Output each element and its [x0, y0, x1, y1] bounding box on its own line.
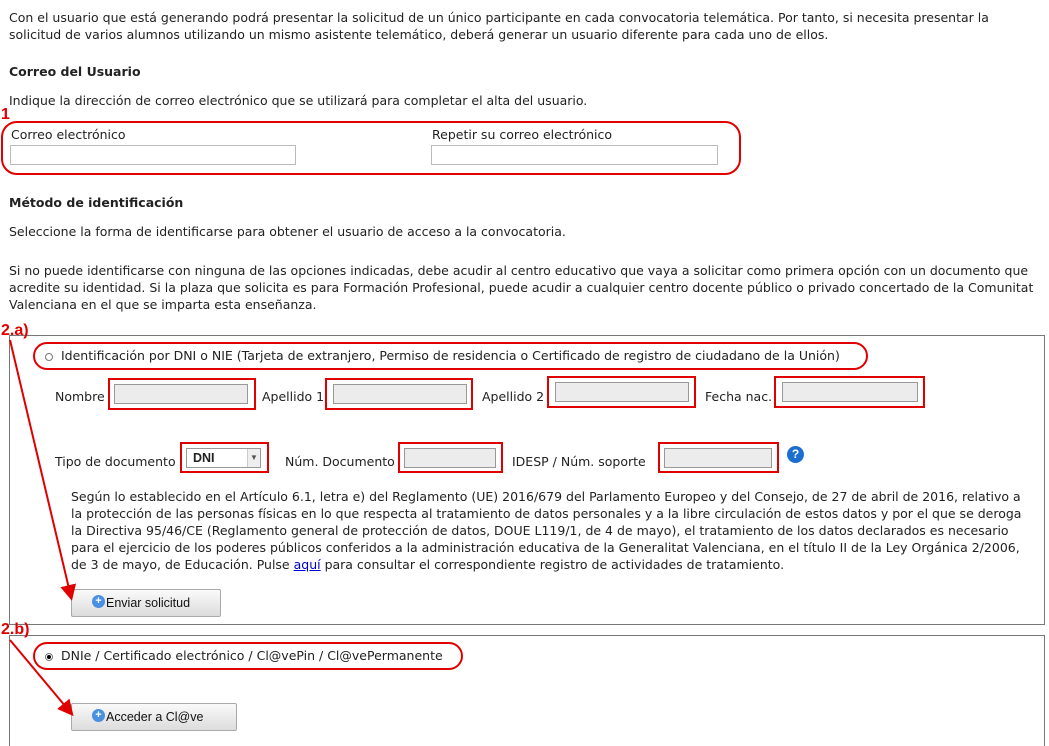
- annotation-arrow-2b: [9, 639, 74, 717]
- annotation-arrow-2a: [9, 339, 77, 601]
- annotation-arrows: [9, 339, 77, 717]
